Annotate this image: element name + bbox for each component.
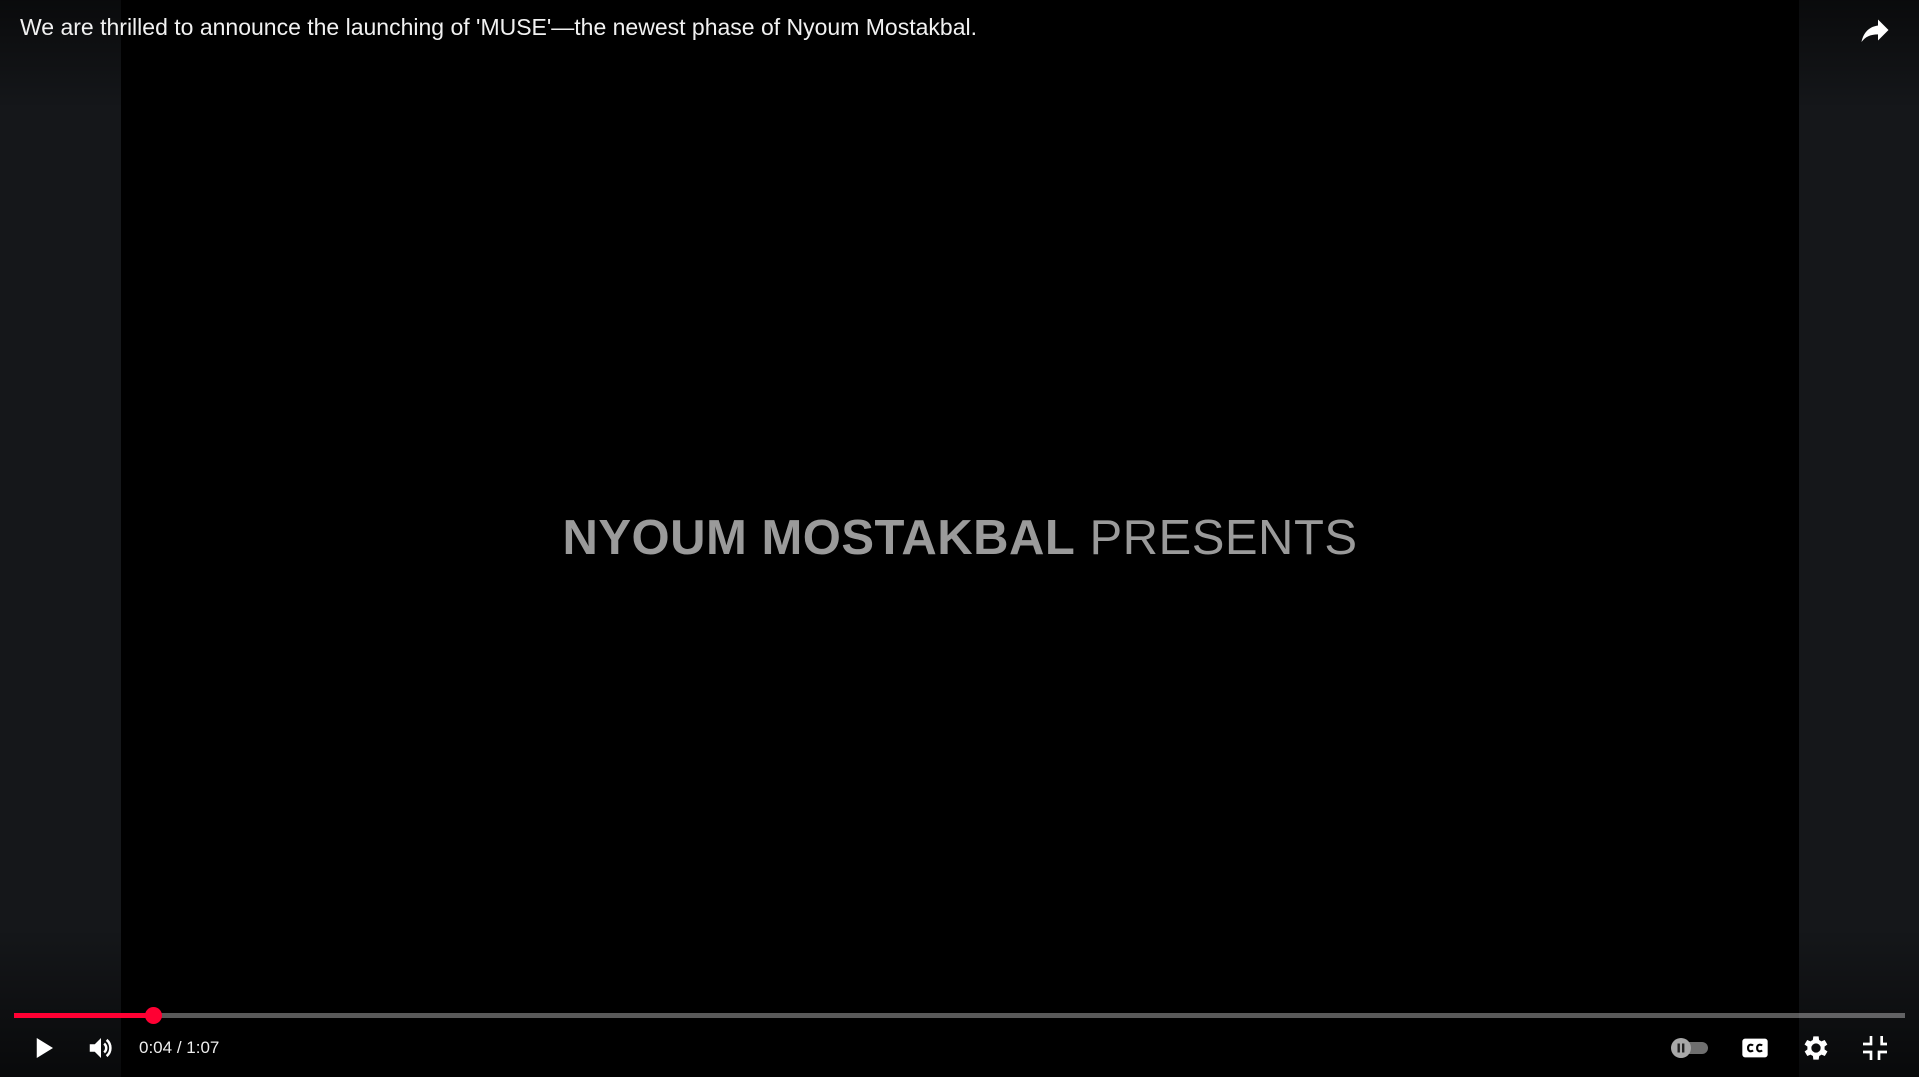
- autoplay-toggle[interactable]: [1664, 1024, 1716, 1072]
- settings-button[interactable]: [1792, 1024, 1840, 1072]
- gear-icon: [1804, 1036, 1828, 1060]
- autoplay-toggle-icon: [1671, 1038, 1708, 1058]
- time-display: 0:04 / 1:07: [139, 1024, 219, 1072]
- video-player[interactable]: NYOUM MOSTAKBAL PRESENTS We are thrilled…: [0, 0, 1919, 1077]
- exit-fullscreen-icon: [1863, 1036, 1887, 1060]
- video-title[interactable]: We are thrilled to announce the launchin…: [20, 14, 977, 41]
- cc-icon: [1742, 1038, 1768, 1058]
- video-text-presents: PRESENTS: [1075, 511, 1358, 565]
- exit-fullscreen-button[interactable]: [1851, 1024, 1899, 1072]
- video-frame-text: NYOUM MOSTAKBAL PRESENTS: [121, 510, 1799, 566]
- share-button[interactable]: [1857, 12, 1893, 48]
- duration: 1:07: [186, 1038, 220, 1057]
- progress-scrubber[interactable]: [144, 1007, 162, 1024]
- play-button[interactable]: [22, 1024, 64, 1072]
- play-icon: [36, 1038, 53, 1058]
- video-text-brand: NYOUM MOSTAKBAL: [562, 511, 1076, 565]
- video-frame[interactable]: NYOUM MOSTAKBAL PRESENTS: [121, 0, 1799, 1077]
- current-time: 0:04: [139, 1038, 173, 1057]
- time-separator: /: [172, 1038, 187, 1057]
- mute-button[interactable]: [80, 1024, 122, 1072]
- progress-played: [14, 1013, 153, 1018]
- progress-bar[interactable]: [14, 1007, 1905, 1024]
- volume-icon: [89, 1038, 112, 1058]
- subtitles-button[interactable]: [1731, 1024, 1779, 1072]
- control-bar: 0:04 / 1:07: [0, 1024, 1919, 1072]
- share-icon: [1861, 19, 1889, 42]
- progress-track: [14, 1013, 1905, 1018]
